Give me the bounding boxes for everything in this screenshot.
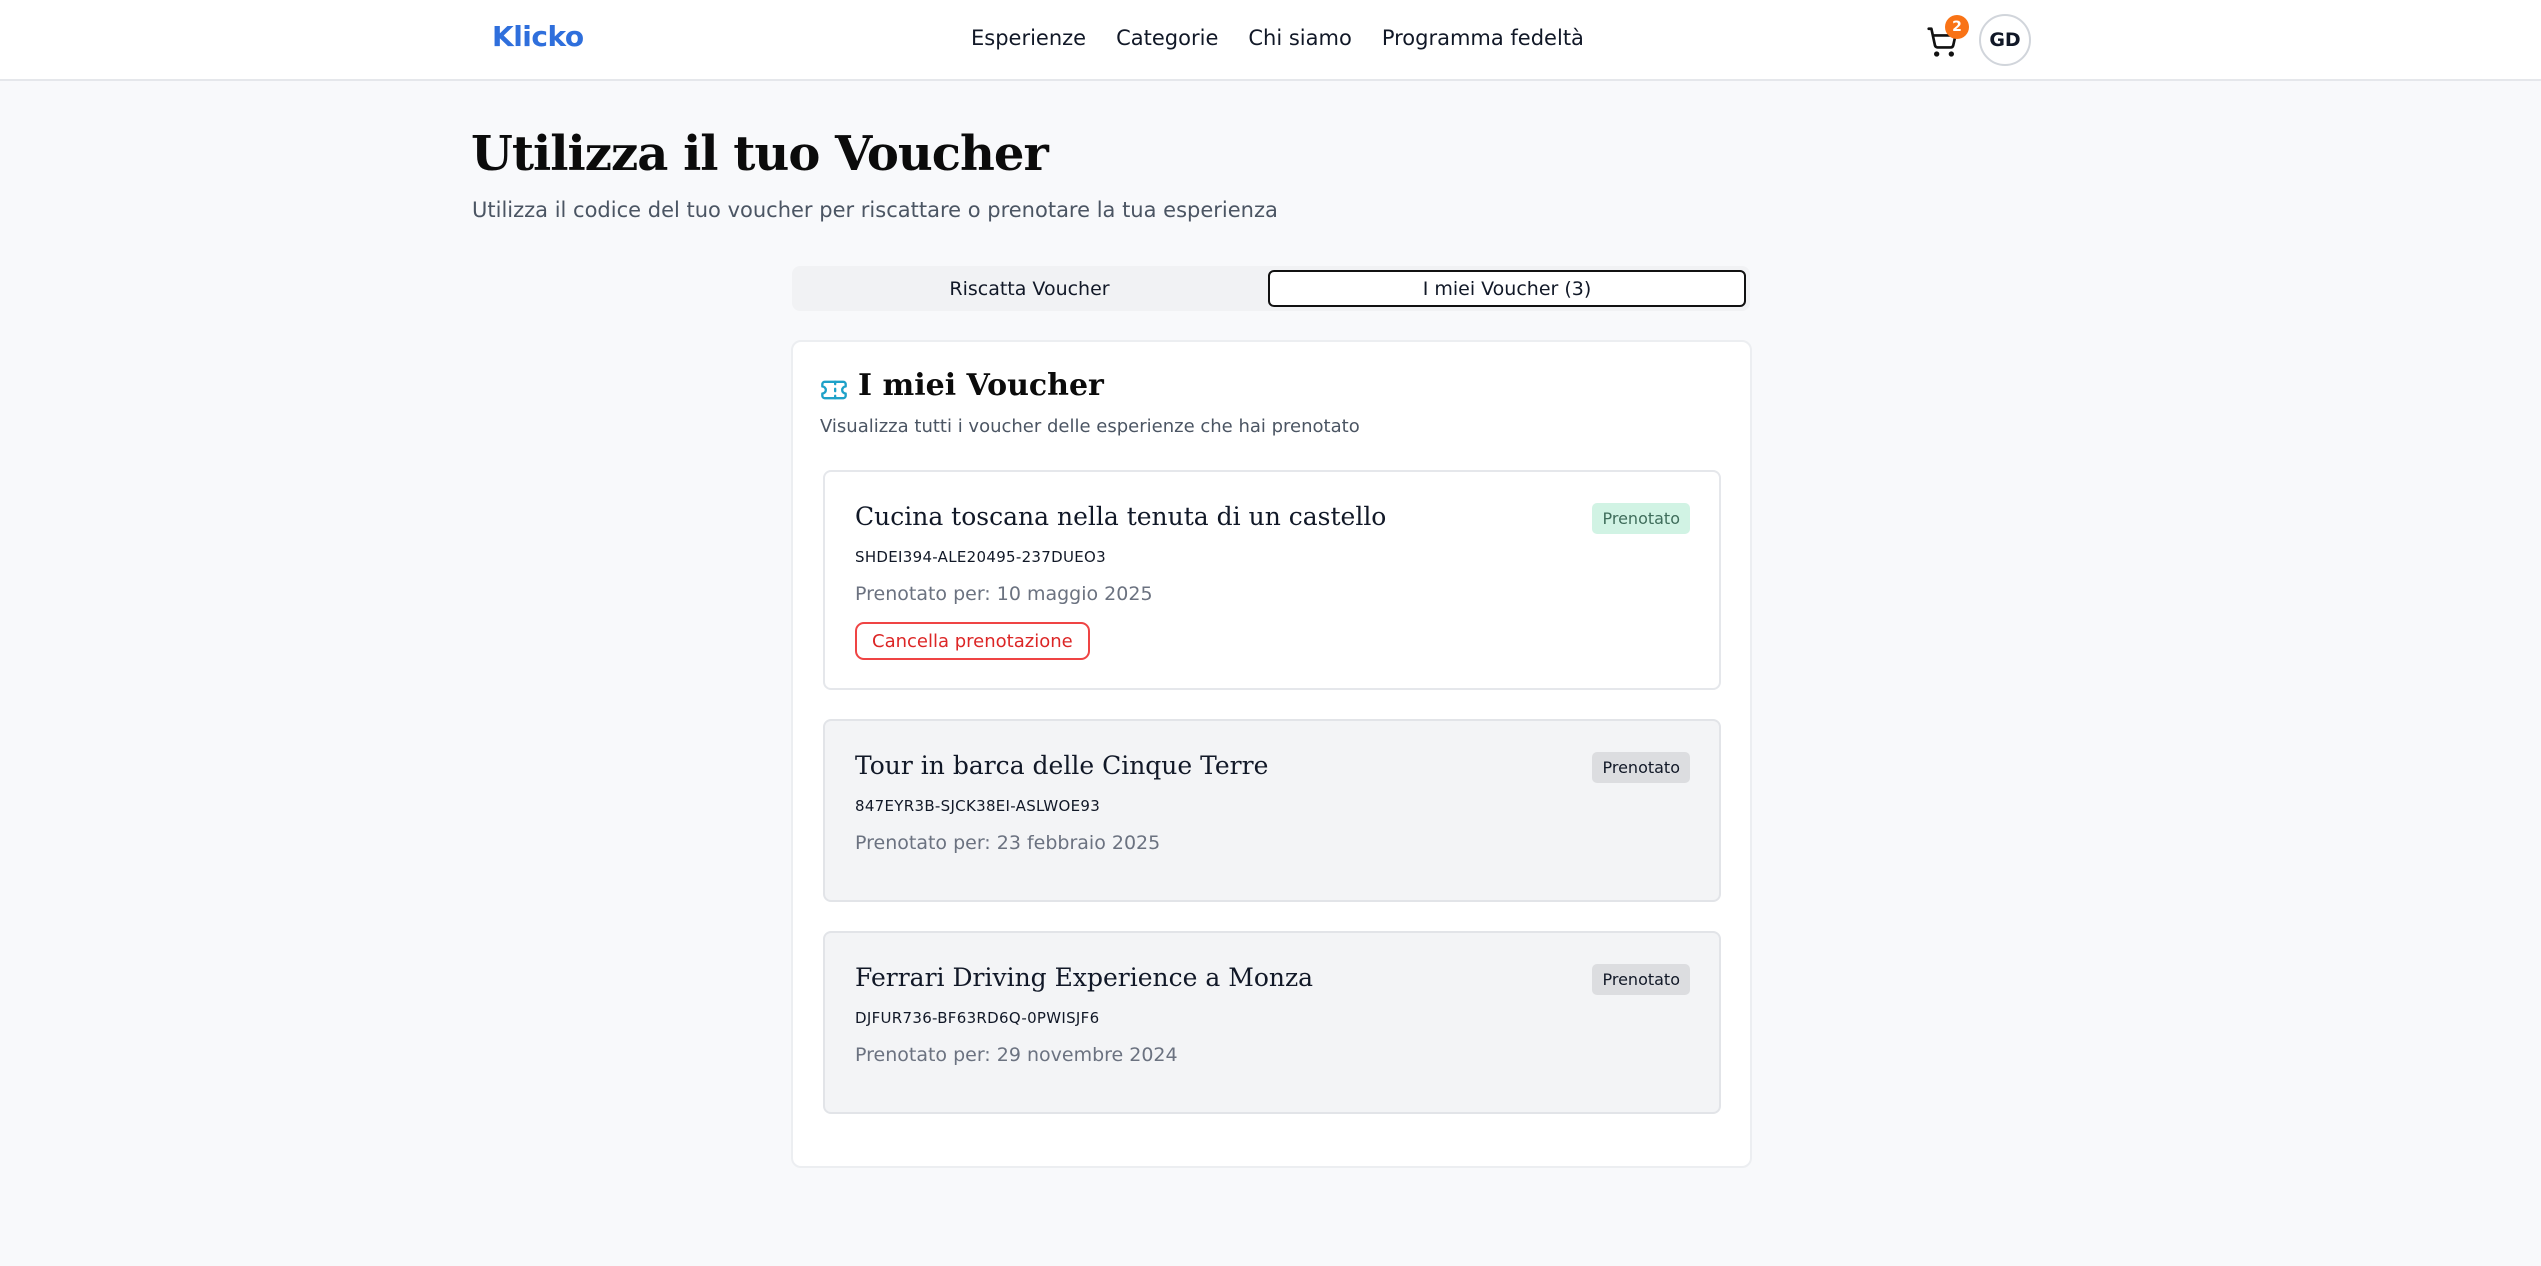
voucher-title: Tour in barca delle Cinque Terre: [855, 751, 1269, 780]
my-vouchers-card: I miei Voucher Visualizza tutti i vouche…: [791, 340, 1752, 1168]
nav-item-categorie[interactable]: Categorie: [1116, 26, 1218, 50]
ticket-icon: [821, 380, 847, 400]
cart-count-badge: 2: [1945, 15, 1969, 39]
cancel-booking-button[interactable]: Cancella prenotazione: [855, 622, 1090, 660]
status-badge: Prenotato: [1592, 752, 1690, 783]
card-title: I miei Voucher: [858, 368, 1104, 403]
top-nav-bar: Klicko Esperienze Categorie Chi siamo Pr…: [0, 0, 2541, 81]
card-description: Visualizza tutti i voucher delle esperie…: [820, 416, 1360, 437]
avatar[interactable]: GD: [1979, 14, 2031, 66]
page-subtitle: Utilizza il codice del tuo voucher per r…: [472, 198, 1278, 222]
voucher-item: Tour in barca delle Cinque Terre 847EYR3…: [823, 719, 1721, 902]
voucher-date: Prenotato per: 10 maggio 2025: [855, 583, 1153, 605]
page-title: Utilizza il tuo Voucher: [471, 126, 1049, 182]
nav-item-esperienze[interactable]: Esperienze: [971, 26, 1086, 50]
status-badge: Prenotato: [1592, 964, 1690, 995]
nav-item-programma-fedelta[interactable]: Programma fedeltà: [1382, 26, 1584, 50]
nav-item-chi-siamo[interactable]: Chi siamo: [1248, 26, 1351, 50]
voucher-code: 847EYR3B-SJCK38EI-ASLWOE93: [855, 797, 1101, 815]
voucher-title: Ferrari Driving Experience a Monza: [855, 963, 1314, 992]
status-badge: Prenotato: [1592, 503, 1690, 534]
voucher-item: Ferrari Driving Experience a Monza DJFUR…: [823, 931, 1721, 1114]
main-nav: Esperienze Categorie Chi siamo Programma…: [971, 26, 1584, 50]
tab-i-miei-voucher[interactable]: I miei Voucher (3): [1268, 270, 1746, 307]
tab-riscatta-voucher[interactable]: Riscatta Voucher: [796, 270, 1263, 307]
voucher-title: Cucina toscana nella tenuta di un castel…: [855, 502, 1387, 531]
logo[interactable]: Klicko: [492, 20, 584, 53]
voucher-code: SHDEI394-ALE20495-237DUEO3: [855, 548, 1106, 566]
voucher-code: DJFUR736-BF63RD6Q-0PWISJF6: [855, 1009, 1100, 1027]
voucher-tabs: Riscatta Voucher I miei Voucher (3): [792, 266, 1750, 311]
voucher-item: Cucina toscana nella tenuta di un castel…: [823, 470, 1721, 690]
voucher-date: Prenotato per: 23 febbraio 2025: [855, 832, 1161, 854]
voucher-date: Prenotato per: 29 novembre 2024: [855, 1044, 1178, 1066]
cart-button[interactable]: 2: [1926, 15, 1969, 58]
